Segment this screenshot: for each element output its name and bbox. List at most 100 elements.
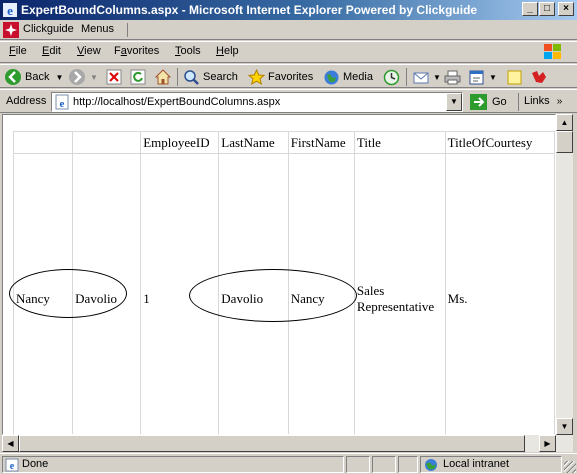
zone-text: Local intranet	[443, 458, 510, 470]
svg-text:e: e	[60, 98, 65, 110]
menu-edit-label: dit	[49, 45, 61, 57]
header-employeeid: EmployeeID	[140, 131, 220, 154]
title-bar: e ExpertBoundColumns.aspx - Microsoft In…	[0, 0, 577, 20]
status-pane-empty	[372, 456, 396, 473]
messenger-icon	[532, 70, 546, 83]
messenger-button[interactable]	[530, 67, 548, 87]
menu-favorites-pre: F	[114, 45, 121, 57]
zone-pane: Local intranet	[420, 456, 562, 473]
links-button[interactable]: Links »	[524, 95, 562, 107]
menu-help[interactable]: Help	[216, 45, 239, 57]
divider	[406, 68, 407, 86]
menus-menu[interactable]: Menus	[81, 23, 114, 35]
history-icon	[383, 69, 400, 85]
page-icon: e	[55, 94, 69, 110]
menu-tools[interactable]: Tools	[175, 45, 201, 57]
highlight-oval-bound-columns	[9, 269, 127, 318]
highlight-oval-auto-columns	[189, 269, 357, 322]
clickguide-menu[interactable]: Clickguide	[23, 23, 74, 35]
close-button[interactable]: ×	[558, 2, 574, 16]
header-titleofcourtesy: TitleOfCourtesy	[444, 131, 555, 154]
divider	[177, 68, 178, 86]
back-arrow-icon	[5, 69, 21, 85]
menu-favorites-label: vorites	[126, 45, 160, 57]
scroll-right-icon[interactable]: ▶	[539, 435, 556, 452]
horizontal-scroll-thumb[interactable]	[19, 435, 525, 452]
go-button[interactable]: Go	[470, 94, 507, 110]
horizontal-scrollbar[interactable]: ◀ ▶	[2, 435, 556, 452]
links-label: Links	[524, 95, 550, 107]
clickguide-bar: Clickguide Menus	[0, 20, 577, 40]
page-viewport: EmployeeID LastName FirstName Title Titl…	[2, 114, 556, 435]
menu-favorites[interactable]: Favorites	[114, 45, 159, 57]
search-label: Search	[203, 71, 238, 83]
svg-text:e: e	[10, 461, 15, 472]
status-pane-empty	[398, 456, 418, 473]
address-input[interactable]	[73, 93, 443, 111]
header-title: Title	[353, 131, 446, 154]
address-label: Address	[6, 95, 47, 107]
print-icon	[444, 70, 461, 84]
vertical-scrollbar[interactable]: ▲ ▼	[556, 114, 573, 452]
favorites-button[interactable]: Favorites	[248, 67, 313, 87]
edit-button[interactable]: ▼	[468, 67, 497, 87]
scroll-down-icon[interactable]: ▼	[556, 418, 573, 435]
favorites-star-icon	[248, 68, 265, 85]
ie-icon: e	[3, 3, 17, 18]
header-firstname: FirstName	[287, 131, 355, 154]
back-button[interactable]: Back ▼	[4, 67, 63, 87]
print-button[interactable]	[444, 67, 461, 87]
menu-edit[interactable]: Edit	[42, 45, 61, 57]
status-text: Done	[22, 458, 49, 470]
status-pane: e Done	[2, 456, 344, 473]
note-icon	[507, 70, 522, 84]
header-cell	[12, 131, 74, 154]
media-label: Media	[343, 71, 373, 83]
menu-tools-label: ools	[180, 45, 201, 57]
mail-button[interactable]: ▼	[413, 67, 441, 87]
forward-dropdown-icon[interactable]: ▼	[90, 73, 98, 82]
scroll-left-icon[interactable]: ◀	[2, 435, 19, 452]
maximize-button[interactable]: □	[539, 2, 555, 16]
stop-button[interactable]	[106, 67, 122, 87]
address-bar: Address e ▼ Go Links »	[0, 89, 577, 113]
search-button[interactable]: Search	[183, 67, 238, 87]
mail-dropdown-icon[interactable]: ▼	[433, 73, 441, 82]
clickguide-icon	[3, 22, 19, 38]
history-button[interactable]	[383, 67, 400, 87]
refresh-icon	[130, 69, 146, 85]
menu-view[interactable]: View	[77, 45, 101, 57]
go-label: Go	[492, 96, 507, 108]
forward-button[interactable]: ▼	[68, 67, 98, 87]
discuss-button[interactable]	[506, 67, 523, 87]
divider	[518, 93, 519, 111]
mail-icon	[413, 72, 429, 83]
edit-page-icon	[469, 70, 484, 84]
minimize-button[interactable]: _	[522, 2, 538, 16]
home-button[interactable]	[154, 67, 172, 87]
page-done-icon: e	[5, 458, 19, 472]
edit-dropdown-icon[interactable]: ▼	[489, 73, 497, 82]
header-cell	[72, 131, 142, 154]
back-dropdown-icon[interactable]: ▼	[55, 73, 63, 82]
status-pane-empty	[346, 456, 370, 473]
intranet-globe-icon	[425, 459, 437, 471]
menu-file[interactable]: File	[9, 45, 27, 57]
address-box[interactable]: e ▼	[51, 92, 463, 112]
status-bar: e Done Local intranet	[0, 453, 577, 474]
chevron-right-icon: »	[556, 96, 563, 107]
scroll-up-icon[interactable]: ▲	[556, 114, 573, 131]
window-title: ExpertBoundColumns.aspx - Microsoft Inte…	[21, 3, 478, 17]
favorites-label: Favorites	[268, 71, 314, 83]
menu-help-label: elp	[223, 45, 239, 57]
address-dropdown-icon[interactable]: ▼	[446, 93, 462, 111]
resize-grip[interactable]	[564, 461, 576, 473]
media-globe-icon	[324, 70, 339, 84]
vertical-scroll-thumb[interactable]	[556, 131, 573, 153]
menu-file-label: ile	[15, 45, 27, 57]
header-lastname: LastName	[218, 131, 289, 154]
media-button[interactable]: Media	[323, 67, 373, 87]
menu-file-key: F	[9, 45, 16, 57]
go-arrow-icon	[470, 94, 487, 110]
refresh-button[interactable]	[130, 67, 146, 87]
